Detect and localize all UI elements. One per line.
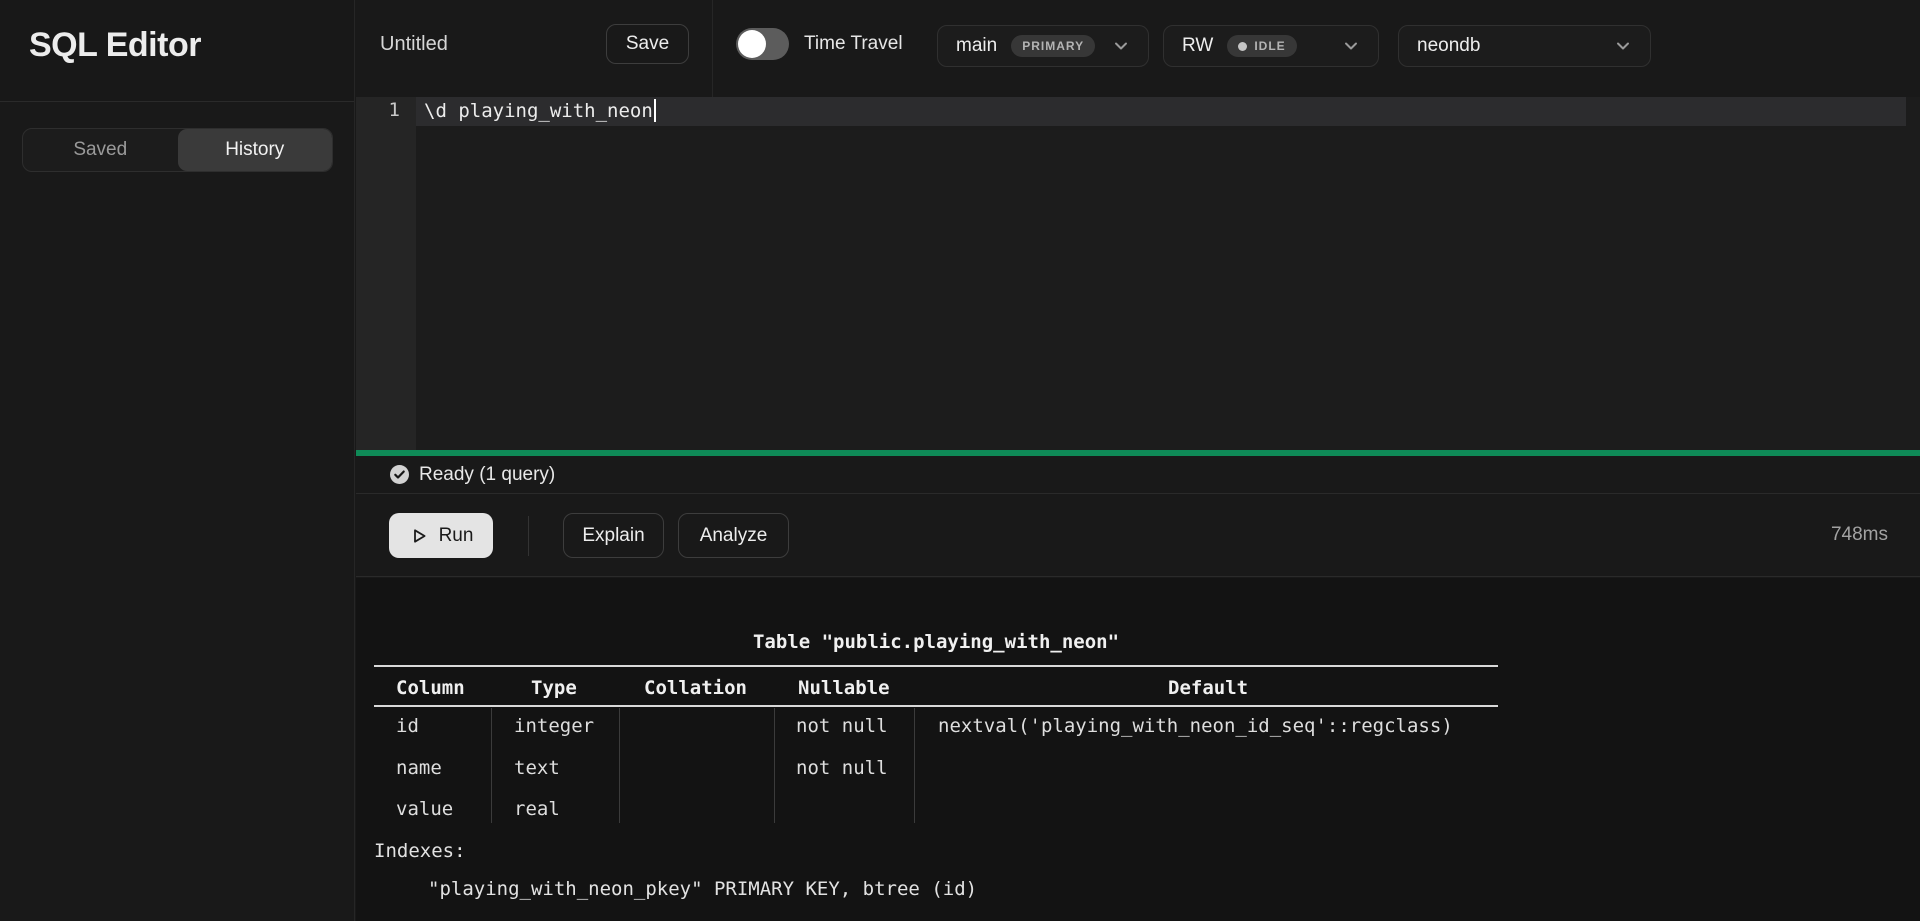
col-header-type: Type <box>531 677 577 699</box>
index-definition: "playing_with_neon_pkey" PRIMARY KEY, bt… <box>428 878 977 900</box>
sidebar: SQL Editor Saved History <box>0 0 355 921</box>
tab-history[interactable]: History <box>178 129 333 171</box>
table-cell: id <box>396 715 419 737</box>
run-button[interactable]: Run <box>389 513 493 558</box>
editor-gutter <box>356 97 416 450</box>
status-dot-icon <box>1238 42 1247 51</box>
table-cell: nextval('playing_with_neon_id_seq'::regc… <box>938 715 1453 737</box>
page-title: SQL Editor <box>29 26 201 65</box>
code-line[interactable]: \d playing_with_neon <box>424 99 656 122</box>
check-circle-icon <box>389 464 410 485</box>
table-cell: not null <box>796 715 888 737</box>
compute-status-label: IDLE <box>1254 39 1285 53</box>
toggle-knob-icon <box>738 30 766 58</box>
saved-history-segmented-control: Saved History <box>22 128 333 172</box>
run-button-label: Run <box>439 525 474 547</box>
code-text: \d playing_with_neon <box>424 100 653 122</box>
table-column-divider <box>774 708 775 823</box>
table-rule-header <box>374 705 1498 707</box>
compute-status-badge: IDLE <box>1227 35 1296 57</box>
analyze-button[interactable]: Analyze <box>678 513 789 558</box>
table-cell: integer <box>514 715 594 737</box>
toolbar: Untitled Save Time Travel main PRIMARY R… <box>356 0 1920 97</box>
line-number: 1 <box>356 99 400 121</box>
table-column-divider <box>619 708 620 823</box>
compute-selector[interactable]: RW IDLE <box>1163 25 1379 67</box>
status-message: Ready (1 query) <box>419 464 555 486</box>
play-icon <box>409 526 429 546</box>
sidebar-header: SQL Editor <box>0 0 354 102</box>
status-bar: Ready (1 query) <box>356 456 1920 494</box>
col-header-default: Default <box>1168 677 1248 699</box>
table-cell: not null <box>796 757 888 779</box>
col-header-collation: Collation <box>644 677 747 699</box>
time-travel-toggle[interactable] <box>736 28 789 60</box>
main-panel: Untitled Save Time Travel main PRIMARY R… <box>356 0 1920 921</box>
time-travel-label: Time Travel <box>804 33 903 55</box>
actions-row: Run Explain Analyze 748ms <box>356 495 1920 577</box>
query-title: Untitled <box>380 0 448 88</box>
results-table-title: Table "public.playing_with_neon" <box>374 631 1498 653</box>
chevron-down-icon <box>1614 37 1632 55</box>
table-column-divider <box>914 708 915 823</box>
table-cell: text <box>514 757 560 779</box>
tab-saved[interactable]: Saved <box>23 129 178 171</box>
explain-button[interactable]: Explain <box>563 513 664 558</box>
database-name: neondb <box>1417 35 1480 57</box>
toolbar-divider <box>712 0 713 97</box>
text-cursor <box>654 99 656 122</box>
col-header-column: Column <box>396 677 465 699</box>
actions-divider <box>528 516 529 556</box>
query-duration: 748ms <box>1831 524 1888 546</box>
table-column-divider <box>491 708 492 823</box>
branch-name: main <box>956 35 997 57</box>
sql-editor[interactable]: 1 \d playing_with_neon <box>356 97 1920 450</box>
col-header-nullable: Nullable <box>798 677 890 699</box>
table-cell: real <box>514 798 560 820</box>
chevron-down-icon <box>1112 37 1130 55</box>
compute-name: RW <box>1182 35 1213 57</box>
table-rule-top <box>374 665 1498 667</box>
branch-selector[interactable]: main PRIMARY <box>937 25 1149 67</box>
table-cell: value <box>396 798 453 820</box>
table-cell: name <box>396 757 442 779</box>
time-travel-control: Time Travel <box>736 28 903 60</box>
save-button[interactable]: Save <box>606 24 689 64</box>
results-panel: Table "public.playing_with_neon" Column … <box>356 578 1920 921</box>
indexes-label: Indexes: <box>374 840 466 862</box>
chevron-down-icon <box>1342 37 1360 55</box>
database-selector[interactable]: neondb <box>1398 25 1651 67</box>
branch-primary-badge: PRIMARY <box>1011 35 1095 57</box>
